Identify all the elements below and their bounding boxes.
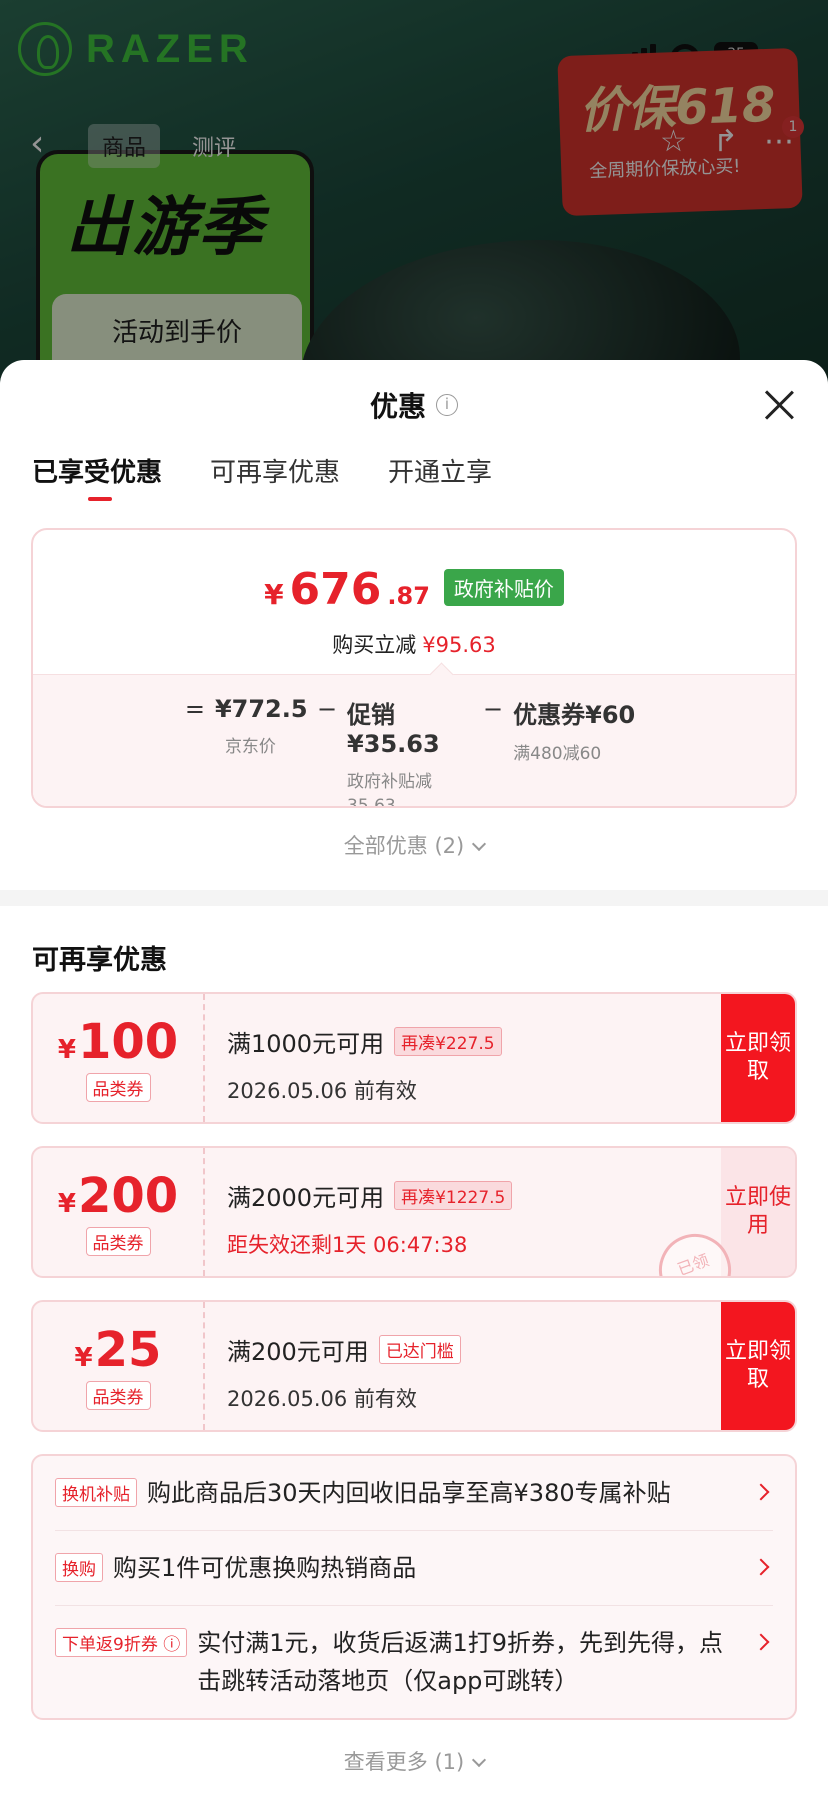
see-more-toggle[interactable]: 查看更多 (1) (0, 1724, 828, 1800)
coupon-details: 满1000元可用 再凑¥227.5 2026.05.06 前有效 (205, 994, 721, 1122)
close-icon[interactable] (762, 388, 796, 422)
coupon-condition: 满2000元可用 (227, 1184, 385, 1212)
chevron-down-icon (472, 1752, 487, 1768)
list-item[interactable]: 换购 购买1件可优惠换购热销商品 (55, 1531, 773, 1606)
coupon-currency: ¥ (57, 1034, 76, 1065)
coupon-amount-block: ¥25 品类券 (33, 1302, 205, 1430)
gov-subsidy-tag: 政府补贴价 (443, 569, 564, 606)
tab-available[interactable]: 可再享优惠 (210, 450, 340, 489)
all-deals-toggle[interactable]: 全部优惠 (2) (0, 830, 828, 860)
sheet-header: 优惠 i (0, 360, 828, 450)
coupon-details: 满2000元可用 再凑¥1227.5 距失效还剩1天 06:47:38 (205, 1148, 721, 1276)
chevron-down-icon (472, 836, 487, 852)
claim-coupon-button[interactable]: 立即领取 (721, 1302, 795, 1430)
offer-tag: 下单返9折券 ⓘ (55, 1628, 188, 1657)
coupon-type-tag: 品类券 (85, 1226, 151, 1256)
see-more-label: 查看更多 (1) (343, 1750, 465, 1774)
promo-value: 促销¥35.63 (347, 701, 440, 758)
all-deals-label: 全部优惠 (2) (343, 834, 465, 858)
discount-sheet: 优惠 i 已享受优惠 可再享优惠 开通立享 ¥ 676 .87 政府补贴价 购买… (0, 360, 828, 1800)
formula-equals: = (184, 695, 205, 723)
claim-coupon-button[interactable]: 立即领取 (721, 994, 795, 1122)
price-currency: ¥ (264, 578, 284, 611)
coupon-amount: 200 (77, 1167, 179, 1224)
info-icon[interactable]: i (436, 394, 458, 416)
coupon-value: 优惠券¥60 (513, 701, 636, 729)
promo-label: 政府补贴减35.63 (347, 772, 433, 808)
list-item[interactable]: 换机补贴 购此商品后30天内回收旧品享至高¥380专属补贴 (55, 1456, 773, 1531)
price-integer: 676 (289, 564, 382, 615)
tab-enjoyed[interactable]: 已享受优惠 (32, 450, 162, 501)
coupon-type-tag: 品类券 (85, 1072, 151, 1102)
coupon-condition: 满200元可用 (227, 1338, 369, 1366)
coupon-amount-block: ¥200 品类券 (33, 1148, 205, 1276)
coupon-gap-tag: 再凑¥227.5 (394, 1027, 502, 1056)
coupon-type-tag: 品类券 (85, 1380, 151, 1410)
coupon-validity: 2026.05.06 前有效 (227, 1387, 417, 1411)
coupon-gap-tag: 再凑¥1227.5 (394, 1181, 513, 1210)
coupon-amount-block: ¥100 品类券 (33, 994, 205, 1122)
offer-text: 实付满1元，收货后返满1打9折券，先到先得，点击跳转活动落地页（仅app可跳转） (197, 1629, 724, 1695)
use-coupon-button[interactable]: 立即使用 (721, 1148, 795, 1276)
formula-minus-2: − (483, 695, 504, 723)
section-divider (0, 890, 828, 906)
offer-text: 购此商品后30天内回收旧品享至高¥380专属补贴 (147, 1479, 671, 1507)
coupon-card: ¥25 品类券 满200元可用 已达门槛 2026.05.06 前有效 立即领取 (31, 1300, 797, 1432)
coupon-threshold-tag: 已达门槛 (378, 1335, 461, 1364)
instant-amount: ¥95.63 (422, 633, 496, 657)
final-price-block: ¥ 676 .87 政府补贴价 购买立减 ¥95.63 (33, 530, 795, 674)
base-price-value: ¥772.5 (214, 695, 308, 723)
discount-tabs: 已享受优惠 可再享优惠 开通立享 (0, 450, 828, 508)
coupon-amount: 25 (94, 1321, 162, 1378)
offers-list: 换机补贴 购此商品后30天内回收旧品享至高¥380专属补贴 换购 购买1件可优惠… (31, 1454, 797, 1720)
price-breakdown: = ¥772.5 京东价 − 促销¥35.63 政府补贴减35.63 − 优惠券… (33, 674, 795, 808)
coupon-currency: ¥ (57, 1188, 76, 1219)
instant-discount: 购买立减 ¥95.63 (33, 629, 795, 659)
price-formula: = ¥772.5 京东价 − 促销¥35.63 政府补贴减35.63 − 优惠券… (33, 695, 795, 808)
coupon-card: ¥100 品类券 满1000元可用 再凑¥227.5 2026.05.06 前有效… (31, 992, 797, 1124)
sheet-title: 优惠 (369, 390, 426, 423)
base-price-label: 京东价 (224, 737, 276, 757)
coupon-details: 满200元可用 已达门槛 2026.05.06 前有效 (205, 1302, 721, 1430)
coupon-amount: 100 (77, 1013, 179, 1070)
offer-tag: 换机补贴 (55, 1478, 137, 1507)
formula-minus-1: − (316, 695, 338, 723)
offer-tag: 换购 (55, 1553, 103, 1582)
product-page-background: RAZER 35 价保618 全周期价保放心买! 出游季 活动到手价 ‹ 商品 … (0, 0, 828, 420)
section-title: 可再享优惠 (32, 945, 167, 976)
coupon-card: ¥200 品类券 满2000元可用 再凑¥1227.5 距失效还剩1天 06:47… (31, 1146, 797, 1278)
offer-text: 购买1件可优惠换购热销商品 (113, 1554, 417, 1582)
coupon-validity: 2026.05.06 前有效 (227, 1079, 417, 1103)
coupon-condition: 满1000元可用 (227, 1030, 385, 1058)
coupon-countdown: 距失效还剩1天 06:47:38 (227, 1233, 468, 1257)
instant-label: 购买立减 (332, 633, 417, 657)
price-decimal: .87 (387, 582, 430, 610)
price-card: ¥ 676 .87 政府补贴价 购买立减 ¥95.63 = ¥772.5 京东价 … (31, 528, 797, 808)
dim-overlay[interactable] (0, 0, 828, 420)
coupon-label: 满480减60 (513, 744, 602, 764)
list-item[interactable]: 下单返9折券 ⓘ 实付满1元，收货后返满1打9折券，先到先得，点击跳转活动落地页… (55, 1606, 773, 1718)
coupon-currency: ¥ (74, 1342, 93, 1373)
tab-membership[interactable]: 开通立享 (388, 450, 492, 489)
